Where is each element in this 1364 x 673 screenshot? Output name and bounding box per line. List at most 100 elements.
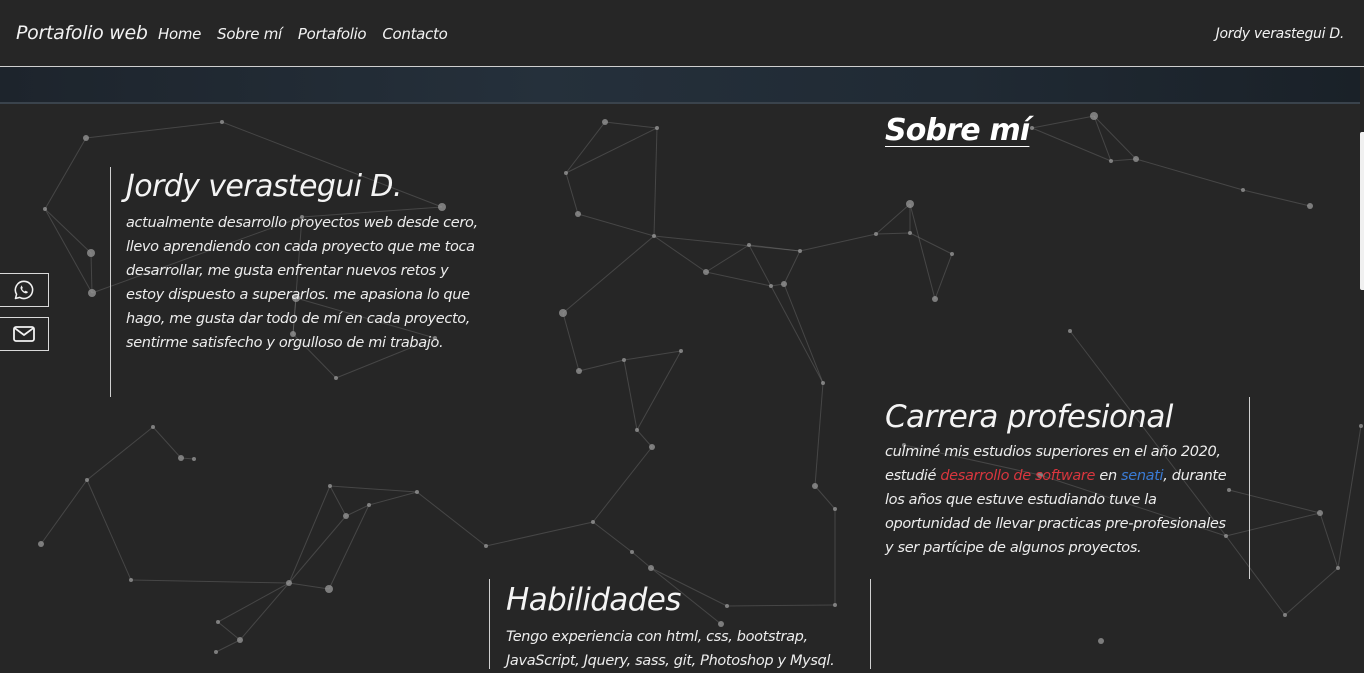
network-node <box>652 234 656 238</box>
network-line <box>1337 425 1362 569</box>
network-node <box>343 513 349 519</box>
network-node <box>1109 159 1113 163</box>
network-line <box>1242 189 1311 207</box>
email-button[interactable] <box>0 317 49 351</box>
network-line <box>577 213 655 237</box>
network-line <box>239 582 290 641</box>
network-node <box>781 281 787 287</box>
skills-paragraph: Tengo experiencia con html, css, bootstr… <box>506 629 835 669</box>
network-node <box>1241 188 1245 192</box>
network-line <box>329 485 347 517</box>
network-node <box>769 284 773 288</box>
network-node <box>192 457 196 461</box>
network-line <box>1031 115 1095 129</box>
network-line <box>814 382 824 487</box>
network-line <box>636 350 682 431</box>
network-node <box>812 483 818 489</box>
network-node <box>1030 126 1034 130</box>
network-node <box>1336 566 1340 570</box>
brand-logo[interactable]: Portafolio web <box>16 22 148 44</box>
network-line <box>770 285 824 384</box>
career-highlight-software: desarrollo de software <box>940 468 1096 484</box>
whatsapp-button[interactable] <box>0 273 49 307</box>
network-line <box>1110 158 1137 162</box>
network-node <box>575 211 581 217</box>
network-node <box>635 428 639 432</box>
network-line <box>783 250 801 285</box>
network-line <box>623 350 682 361</box>
network-line <box>44 208 92 254</box>
network-line <box>1135 158 1244 191</box>
network-line <box>217 582 290 623</box>
network-line <box>653 235 801 252</box>
network-node <box>576 368 582 374</box>
network-node <box>679 349 683 353</box>
network-line <box>705 271 772 287</box>
network-line <box>1093 115 1112 162</box>
nav-link-contacto[interactable]: Contacto <box>382 25 447 43</box>
network-line <box>799 233 877 252</box>
network-line <box>328 504 370 590</box>
header-banner-strip <box>0 67 1360 104</box>
network-node <box>602 119 608 125</box>
network-line <box>653 235 707 273</box>
social-sidebar <box>0 273 49 361</box>
network-line <box>44 208 93 294</box>
network-node <box>908 231 912 235</box>
network-line <box>592 446 653 523</box>
network-line <box>1319 512 1339 569</box>
network-line <box>288 582 330 590</box>
network-line <box>44 137 87 210</box>
network-line <box>934 253 953 300</box>
network-node <box>214 650 218 654</box>
network-node <box>1133 156 1139 162</box>
network-node <box>950 252 954 256</box>
network-line <box>875 232 911 235</box>
navbar: Portafolio web Home Sobre mí Portafolio … <box>0 0 1364 67</box>
network-node <box>932 296 938 302</box>
network-node <box>325 585 333 593</box>
network-line <box>748 244 772 287</box>
network-node <box>38 541 44 547</box>
network-node <box>1068 329 1072 333</box>
network-node <box>655 126 659 130</box>
network-node <box>216 620 220 624</box>
nav-links: Home Sobre mí Portafolio Contacto <box>158 25 463 43</box>
network-node <box>1090 112 1098 120</box>
network-node <box>1359 424 1363 428</box>
network-line <box>565 127 658 174</box>
network-line <box>1031 127 1112 162</box>
nav-user-name[interactable]: Jordy verastegui D. <box>1216 26 1345 42</box>
network-node <box>622 358 626 362</box>
network-line <box>909 232 953 255</box>
network-node <box>874 232 878 236</box>
nav-link-sobre-mi[interactable]: Sobre mí <box>217 25 282 43</box>
network-line <box>909 203 936 300</box>
nav-link-portafolio[interactable]: Portafolio <box>298 25 367 43</box>
scroll-indicator[interactable] <box>1360 132 1364 290</box>
about-paragraph: actualmente desarrollo proyectos web des… <box>126 215 478 351</box>
network-node <box>220 120 224 124</box>
network-line <box>1093 115 1137 160</box>
network-line <box>562 235 655 314</box>
network-line <box>217 621 241 641</box>
network-line <box>86 479 132 581</box>
network-node <box>237 637 243 643</box>
skills-title: Habilidades <box>506 582 681 618</box>
nav-link-home[interactable]: Home <box>158 25 201 43</box>
network-line <box>345 504 370 517</box>
network-line <box>152 426 182 459</box>
network-node <box>559 309 567 317</box>
network-node <box>178 455 184 461</box>
network-line <box>485 521 594 547</box>
network-node <box>833 507 837 511</box>
network-node <box>87 249 95 257</box>
network-line <box>368 491 418 506</box>
network-node <box>1317 510 1323 516</box>
about-name: Jordy verastegui D. <box>126 169 402 204</box>
network-line <box>288 485 331 584</box>
skills-card: Habilidades Tengo experiencia con html, … <box>489 579 871 669</box>
network-line <box>86 426 154 481</box>
network-node <box>648 565 654 571</box>
network-line <box>215 639 241 653</box>
